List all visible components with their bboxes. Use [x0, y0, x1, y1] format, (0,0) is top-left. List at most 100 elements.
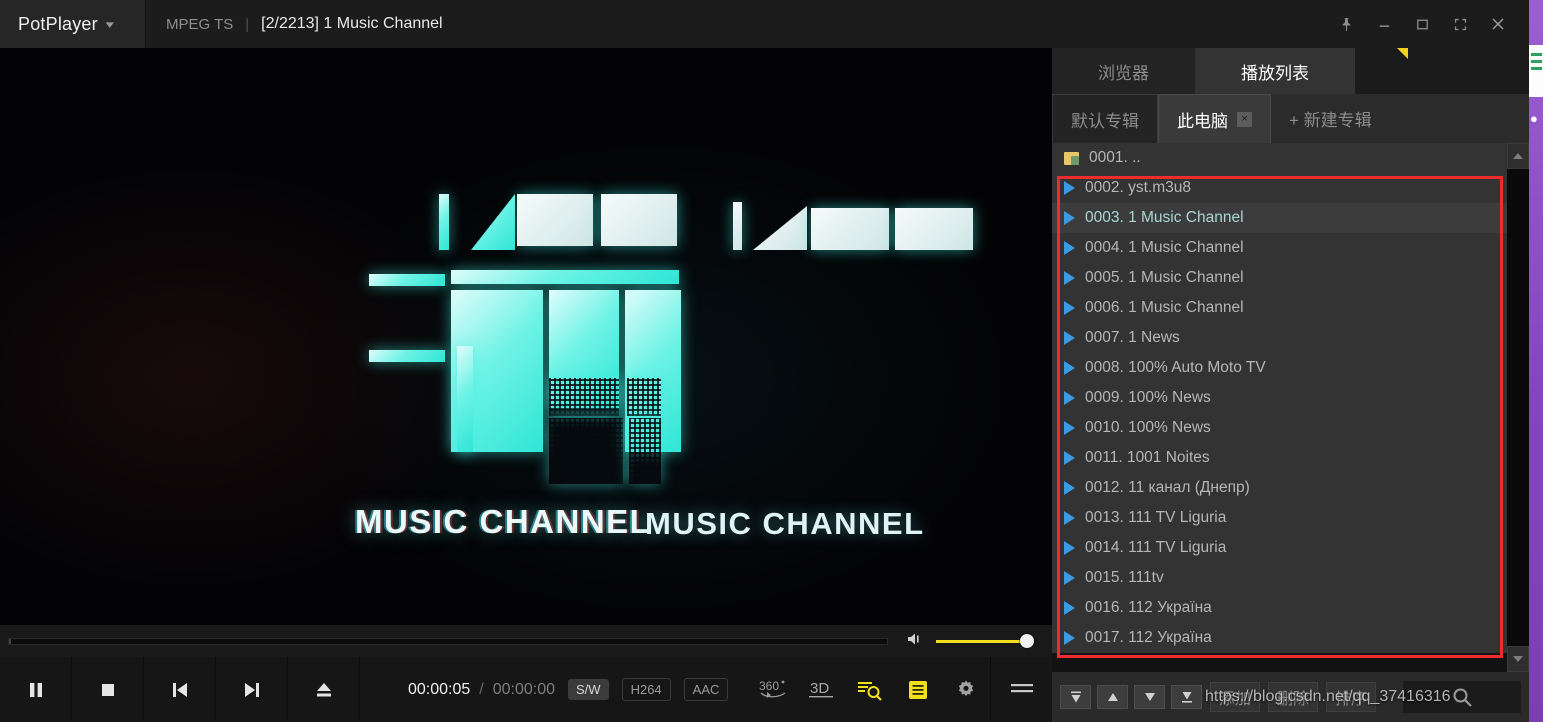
playlist-row[interactable]: 0008. 100% Auto Moto TV: [1052, 353, 1507, 383]
playlist-row[interactable]: 0011. 1001 Noites: [1052, 443, 1507, 473]
playlist-row-label: 0004. 1 Music Channel: [1085, 239, 1244, 256]
playlist-row-label: 0001. ..: [1089, 149, 1141, 166]
pause-button[interactable]: [0, 657, 72, 722]
play-icon: [1064, 181, 1075, 195]
album-tab-thispc-label: 此电脑: [1177, 111, 1228, 131]
playlist-row-label: 0017. 112 Україна: [1085, 629, 1212, 646]
play-icon: [1064, 481, 1075, 495]
status-badge-audio-codec: AAC: [683, 678, 729, 701]
title-bar: PotPlayer ▾ MPEG TS | [2/2213] 1 Music C…: [0, 0, 1529, 48]
playlist-panel-icon[interactable]: [894, 657, 942, 722]
playlist-row[interactable]: 0012. 11 канал (Днепр): [1052, 473, 1507, 503]
playlist-row[interactable]: 0015. 111tv: [1052, 563, 1507, 593]
playlist-row-label: 0016. 112 Україна: [1085, 599, 1212, 616]
close-icon[interactable]: [1479, 0, 1517, 48]
pin-icon[interactable]: [1327, 0, 1365, 48]
scroll-down-button[interactable]: [1507, 646, 1529, 672]
hamburger-menu-icon[interactable]: [990, 657, 1052, 722]
stop-button[interactable]: [72, 657, 144, 722]
play-icon: [1064, 361, 1075, 375]
playlist-row[interactable]: 0002. yst.m3u8: [1052, 173, 1507, 203]
playlist-row[interactable]: 0010. 100% News: [1052, 413, 1507, 443]
playlist-scrollbar[interactable]: [1507, 143, 1529, 672]
next-button[interactable]: [216, 657, 288, 722]
playlist-row[interactable]: 0017. 112 Україна: [1052, 623, 1507, 653]
playlist-row[interactable]: 0005. 1 Music Channel: [1052, 263, 1507, 293]
maximize-icon[interactable]: [1403, 0, 1441, 48]
fullscreen-icon[interactable]: [1441, 0, 1479, 48]
playlist-row-label: 0007. 1 News: [1085, 329, 1180, 346]
channel-logo-graphic: [355, 178, 1015, 508]
speaker-icon[interactable]: [906, 631, 926, 652]
playlist-row[interactable]: 0014. 111 TV Liguria: [1052, 533, 1507, 563]
play-icon: [1064, 511, 1075, 525]
move-up-button[interactable]: [1097, 685, 1128, 709]
watermark-text: https://blog.csdn.net/qq_37416316: [1205, 688, 1451, 705]
play-icon: [1064, 601, 1075, 615]
svg-text:3D: 3D: [810, 680, 829, 697]
playlist-row-label: 0008. 100% Auto Moto TV: [1085, 359, 1266, 376]
potplayer-window: PotPlayer ▾ MPEG TS | [2/2213] 1 Music C…: [0, 0, 1529, 722]
playlist-row[interactable]: 0003. 1 Music Channel: [1052, 203, 1507, 233]
svg-text:360: 360: [759, 679, 779, 693]
previous-button[interactable]: [144, 657, 216, 722]
playlist-row-label: 0010. 100% News: [1085, 419, 1211, 436]
scrollbar-track[interactable]: [1507, 169, 1529, 646]
close-icon[interactable]: ×: [1237, 111, 1252, 127]
playlist-row[interactable]: 0001. ..: [1052, 143, 1507, 173]
play-icon: [1064, 391, 1075, 405]
time-separator: /: [479, 680, 484, 698]
play-icon: [1064, 301, 1075, 315]
container-format-label: MPEG TS: [166, 15, 234, 33]
minimize-icon[interactable]: [1365, 0, 1403, 48]
playlist-row[interactable]: 0009. 100% News: [1052, 383, 1507, 413]
brand-menu-button[interactable]: PotPlayer ▾: [0, 0, 146, 48]
eject-button[interactable]: [288, 657, 360, 722]
tab-browser[interactable]: 浏览器: [1052, 48, 1195, 94]
album-tab-default[interactable]: 默认专辑: [1052, 94, 1158, 143]
3d-icon[interactable]: 3D: [798, 657, 846, 722]
playlist-row-label: 0003. 1 Music Channel: [1085, 209, 1244, 226]
volume-control[interactable]: [906, 631, 1034, 652]
yellow-corner-marker-icon: [1397, 48, 1408, 59]
playlist-row-label: 0002. yst.m3u8: [1085, 179, 1191, 196]
brand-label: PotPlayer: [18, 13, 98, 34]
playlist-row-label: 0013. 111 TV Liguria: [1085, 509, 1227, 526]
play-icon: [1064, 241, 1075, 255]
playlist-row[interactable]: 0016. 112 Україна: [1052, 593, 1507, 623]
status-badge-video-codec: H264: [621, 678, 671, 701]
album-tab-thispc[interactable]: 此电脑 ×: [1158, 94, 1271, 143]
playlist-row[interactable]: 0013. 111 TV Liguria: [1052, 503, 1507, 533]
video-surface[interactable]: MUSIC CHANNEL MUSIC CHANNEL: [0, 48, 1052, 625]
album-tab-default-label: 默认专辑: [1071, 111, 1139, 131]
seek-row: [0, 625, 1052, 657]
album-tab-new[interactable]: + 新建专辑: [1271, 94, 1529, 143]
title-divider: |: [245, 15, 250, 33]
play-icon: [1064, 331, 1075, 345]
playlist-row-label: 0014. 111 TV Liguria: [1085, 539, 1227, 556]
volume-slider[interactable]: [936, 633, 1034, 649]
move-to-bottom-button[interactable]: [1171, 685, 1202, 709]
album-tabs: 默认专辑 此电脑 × + 新建专辑: [1052, 94, 1529, 143]
playlist-row[interactable]: 0006. 1 Music Channel: [1052, 293, 1507, 323]
seek-slider[interactable]: [8, 637, 888, 645]
play-icon: [1064, 541, 1075, 555]
playlist-items[interactable]: 0001. .. 0002. yst.m3u8 0003. 1 Music Chan…: [1052, 143, 1507, 672]
move-to-top-button[interactable]: [1060, 685, 1091, 709]
playlist-row[interactable]: 0004. 1 Music Channel: [1052, 233, 1507, 263]
logo-text-ghost: MUSIC CHANNEL: [645, 506, 925, 541]
search-icon: [1453, 688, 1472, 707]
gear-icon[interactable]: [942, 657, 990, 722]
subtitle-search-icon[interactable]: [846, 657, 894, 722]
playlist-row-label: 0015. 111tv: [1085, 569, 1164, 586]
move-down-button[interactable]: [1134, 685, 1165, 709]
status-badge-sw: S/W: [568, 679, 609, 700]
total-time: 00:00:00: [492, 680, 556, 698]
vr-360-icon[interactable]: 360: [750, 657, 798, 722]
scroll-up-button[interactable]: [1507, 143, 1529, 169]
playlist-panel: 浏览器 播放列表 默认专辑 此电脑 × + 新建专辑 0001. .. 0002.…: [1052, 48, 1529, 722]
tab-playlist[interactable]: 播放列表: [1195, 48, 1355, 94]
playlist-row[interactable]: 0007. 1 News: [1052, 323, 1507, 353]
volume-knob[interactable]: [1020, 634, 1034, 648]
album-tab-new-label: + 新建专辑: [1289, 111, 1372, 130]
